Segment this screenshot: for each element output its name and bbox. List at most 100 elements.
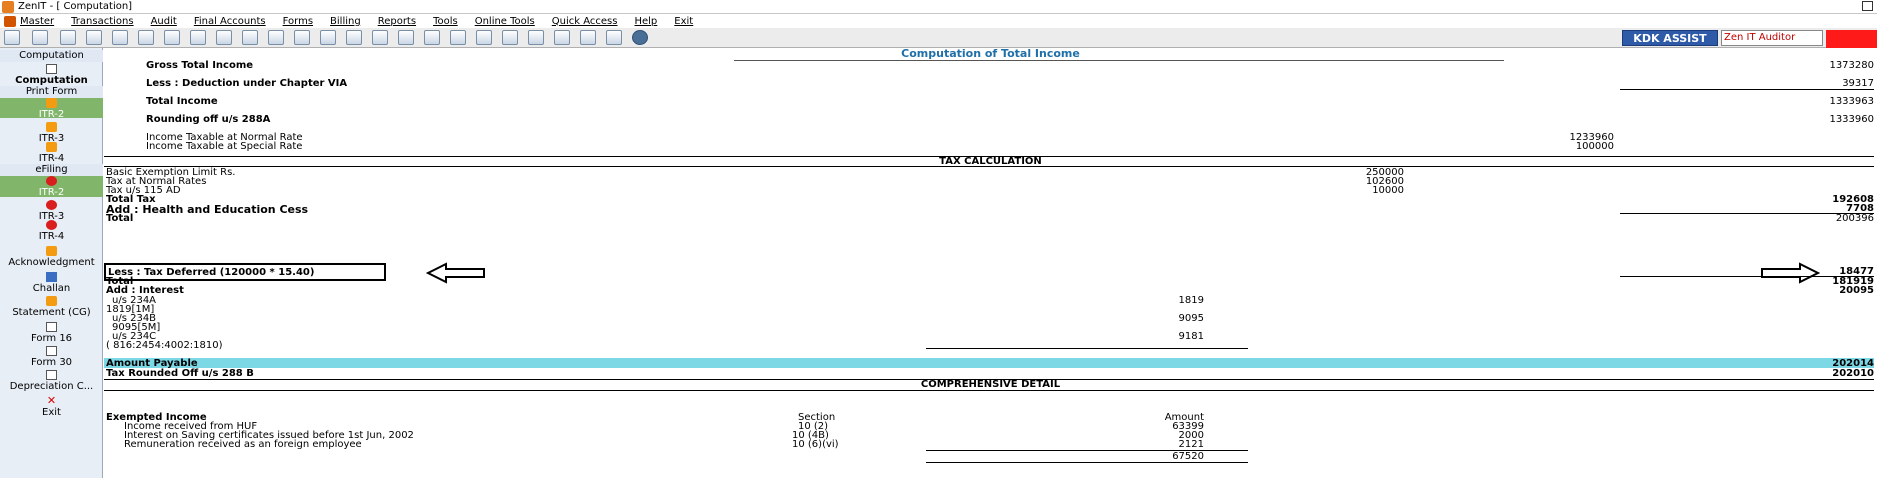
interest-234a-value: 1819	[1178, 295, 1204, 306]
toolbar-print-icon[interactable]	[320, 30, 336, 45]
cess-label: Add : Health and Education Cess	[106, 203, 309, 216]
toolbar-copy-icon[interactable]	[502, 30, 518, 45]
sidebar-label: Form 16	[30, 333, 73, 344]
sidebar-heading-computation: Computation	[0, 50, 103, 62]
print-icon	[46, 122, 57, 132]
rounding-value: 1333960	[1829, 114, 1874, 125]
special-rate-value: 100000	[1575, 141, 1614, 152]
toolbar-image-icon[interactable]	[580, 30, 596, 45]
menu-online-tools[interactable]: Online Tools	[475, 16, 535, 27]
kdk-assist-button[interactable]: KDK ASSIST	[1622, 30, 1718, 46]
menu-audit[interactable]: Audit	[151, 16, 177, 27]
menu-transactions[interactable]: Transactions	[71, 16, 133, 27]
sidebar-item-print-itr3[interactable]: ITR-3	[0, 122, 103, 144]
toolbar-cloud-icon[interactable]	[242, 30, 258, 45]
gross-total-income-label: Gross Total Income	[146, 60, 254, 71]
menu-forms[interactable]: Forms	[283, 16, 313, 27]
toolbar-table-icon[interactable]	[268, 30, 284, 45]
deduction-label: Less : Deduction under Chapter VIA	[146, 78, 348, 89]
menu-master[interactable]: Master	[20, 16, 54, 27]
toolbar-home-icon[interactable]	[32, 30, 48, 45]
page-title: Computation of Total Income	[901, 47, 1080, 60]
exempt-row-label: Remuneration received as an foreign empl…	[124, 439, 362, 450]
exempt-total-value: 67520	[1172, 451, 1204, 462]
menu-billing[interactable]: Billing	[330, 16, 361, 27]
sidebar-item-challan[interactable]: Challan	[0, 272, 103, 294]
restore-window-icon[interactable]	[1862, 1, 1873, 11]
form16-icon	[46, 322, 57, 332]
sidebar-item-form30[interactable]: Form 30	[0, 346, 103, 368]
special-rate-label: Income Taxable at Special Rate	[146, 141, 303, 152]
toolbar-close-icon[interactable]	[632, 30, 648, 45]
sidebar-item-print-itr2[interactable]: ITR-2	[0, 98, 103, 120]
exempt-row-amount: 2121	[1178, 439, 1204, 450]
status-indicator	[1826, 30, 1877, 48]
toolbar-clock-icon[interactable]	[294, 30, 310, 45]
toolbar-mail-icon[interactable]	[476, 30, 492, 45]
sidebar-heading-efiling: eFiling	[0, 164, 103, 176]
toolbar-grid-icon[interactable]	[216, 30, 232, 45]
sidebar-label: Depreciation C...	[9, 381, 94, 392]
sidebar-label: ITR-2	[38, 109, 65, 120]
sidebar-label: Form 30	[30, 357, 73, 368]
interest-234c-detail: ( 816:2454:4002:1810)	[106, 340, 223, 351]
toolbar-info-icon[interactable]	[372, 30, 388, 45]
rounding-label: Rounding off u/s 288A	[146, 114, 271, 125]
toolbar-monitor-icon[interactable]	[554, 30, 570, 45]
toolbar-picture-icon[interactable]	[606, 30, 622, 45]
sidebar-label: Acknowledgment	[8, 257, 95, 268]
sidebar-item-statement-cg[interactable]: Statement (CG)	[0, 296, 103, 318]
menu-tools[interactable]: Tools	[433, 16, 458, 27]
window-title: ZenIT - [ Computation]	[18, 1, 133, 12]
sidebar-item-form16[interactable]: Form 16	[0, 322, 103, 344]
toolbar-form-icon[interactable]	[528, 30, 544, 45]
sidebar-heading-print-form: Print Form	[0, 86, 103, 98]
toolbar-calculator-icon[interactable]	[424, 30, 440, 45]
computation-icon	[46, 64, 57, 74]
tax-rounded-value: 202010	[1832, 368, 1874, 379]
menu-reports[interactable]: Reports	[378, 16, 416, 27]
form30-icon	[46, 346, 57, 356]
exempt-row-section: 10 (6)(vi)	[792, 439, 839, 450]
sidebar-item-efile-itr3[interactable]: ITR-3	[0, 200, 103, 222]
toolbar-tools-icon[interactable]	[164, 30, 180, 45]
computation-panel: Computation of Total Income Gross Total …	[104, 48, 1877, 478]
menu-app-icon[interactable]	[4, 15, 16, 27]
toolbar-arrow-icon[interactable]	[190, 30, 206, 45]
sidebar-item-efile-itr2[interactable]: ITR-2	[0, 176, 103, 198]
efile-icon	[46, 200, 57, 210]
zen-auditor-button[interactable]: Zen IT Auditor	[1721, 30, 1823, 46]
menu-final-accounts[interactable]: Final Accounts	[194, 16, 266, 27]
toolbar-window-icon[interactable]	[346, 30, 362, 45]
toolbar-users-icon[interactable]	[138, 30, 154, 45]
title-bar: ZenIT - [ Computation]	[0, 0, 1877, 14]
sidebar-item-efile-itr4[interactable]: ITR-4	[0, 220, 103, 242]
print-icon	[46, 98, 57, 108]
toolbar-chart-icon[interactable]	[86, 30, 102, 45]
sidebar-label: ITR-4	[38, 231, 65, 242]
sidebar-item-exit[interactable]: ✕ Exit	[0, 394, 103, 418]
sidebar-item-computation[interactable]: Computation	[0, 64, 103, 86]
amount-payable-row	[104, 358, 1874, 368]
sidebar-label: Statement (CG)	[12, 307, 91, 318]
menu-help[interactable]: Help	[634, 16, 657, 27]
exit-icon: ✕	[46, 394, 57, 407]
toolbar-new-icon[interactable]	[4, 30, 20, 45]
tax-115ad-value: 10000	[1372, 185, 1404, 196]
toolbar-schedule-icon[interactable]	[450, 30, 466, 45]
challan-icon	[46, 272, 57, 282]
app-icon	[2, 0, 14, 13]
toolbar-calendar-icon[interactable]	[112, 30, 128, 45]
interest-234c-value: 9181	[1178, 331, 1204, 342]
print-icon	[46, 142, 57, 152]
toolbar-ledger-icon[interactable]	[60, 30, 76, 45]
menu-exit[interactable]: Exit	[674, 16, 693, 27]
depreciation-icon	[46, 370, 57, 380]
toolbar-sheet-icon[interactable]	[398, 30, 414, 45]
toolbar	[0, 28, 1877, 48]
sidebar-item-depreciation[interactable]: Depreciation C...	[0, 370, 103, 392]
sidebar-item-acknowledgment[interactable]: Acknowledgment	[0, 246, 103, 268]
sidebar-item-print-itr4[interactable]: ITR-4	[0, 142, 103, 164]
menu-quick-access[interactable]: Quick Access	[552, 16, 618, 27]
deduction-value: 39317	[1842, 78, 1874, 89]
